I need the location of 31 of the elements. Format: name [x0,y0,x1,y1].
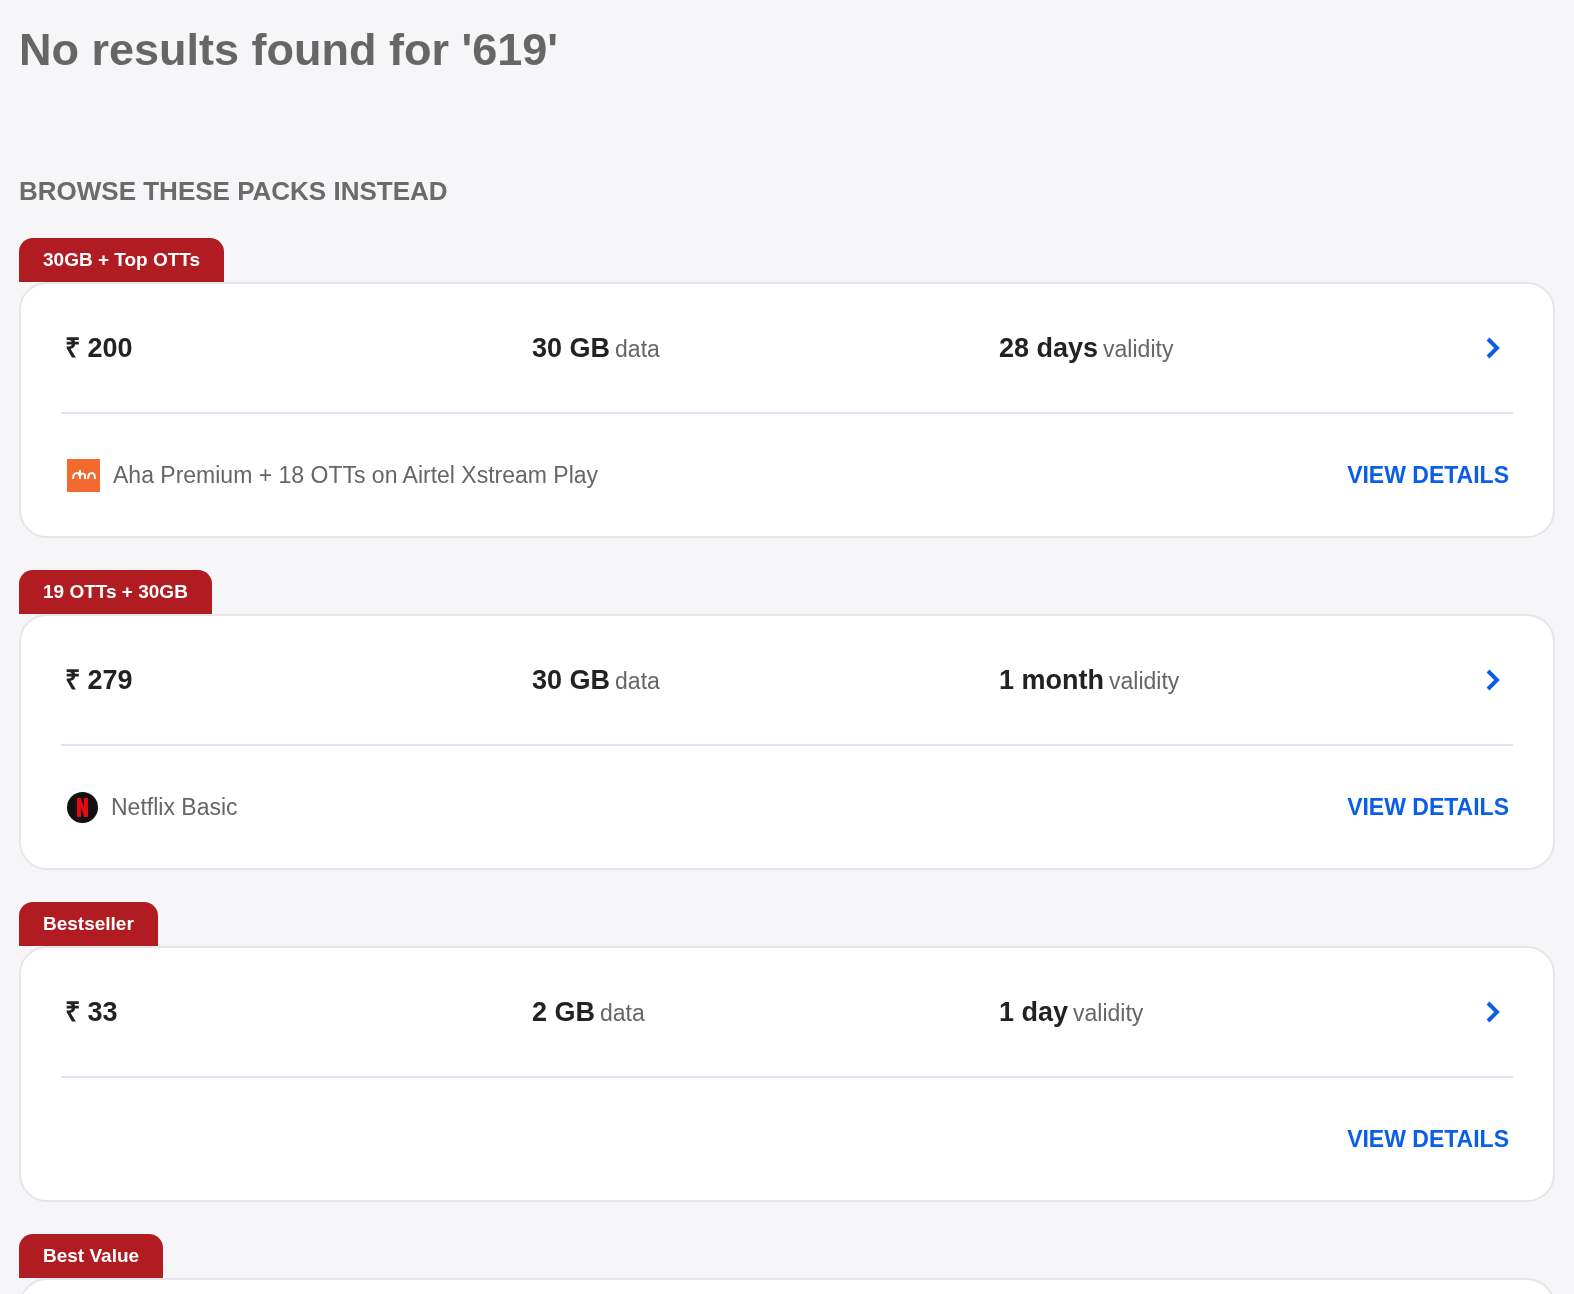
pack-price: ₹ 33 [65,995,119,1029]
chevron-right-icon[interactable] [1485,668,1501,692]
benefit-text: Aha Premium + 18 OTTs on Airtel Xstream Play [113,460,599,490]
pack-price: ₹ 279 [65,663,134,697]
letter-n-logo-icon [67,791,98,823]
pack-tag: Bestseller [19,902,158,946]
view-details-link[interactable]: VIEW DETAILS [1347,789,1509,825]
pack-price: ₹ 200 [65,331,134,365]
chevron-right-icon[interactable] [1485,1000,1501,1024]
pack-tag: 19 OTTs + 30GB [19,570,212,614]
view-details-link[interactable]: VIEW DETAILS [1347,1121,1509,1157]
pack-tag: 30GB + Top OTTs [19,238,225,282]
page-title: No results found for '619' [19,23,559,77]
view-details-link[interactable]: VIEW DETAILS [1347,457,1509,493]
benefit-text: Netflix Basic [111,792,238,822]
section-heading: BROWSE THESE PACKS INSTEAD [19,175,449,207]
validity-label: validity [1109,666,1180,696]
validity-amount: 28 days [999,331,1099,365]
validity-label: validity [1073,998,1144,1028]
validity-label: validity [1103,334,1174,364]
pack-tag: Best Value [19,1234,164,1278]
aha-logo-icon [67,458,100,492]
validity-amount: 1 month [999,663,1104,697]
data-amount: 30 GB [532,331,611,365]
data-label: data [615,334,660,364]
validity-amount: 1 day [999,995,1069,1029]
data-amount: 30 GB [532,663,611,697]
data-amount: 2 GB [532,995,596,1029]
data-label: data [600,998,645,1028]
chevron-right-icon[interactable] [1485,336,1501,360]
data-label: data [615,666,660,696]
